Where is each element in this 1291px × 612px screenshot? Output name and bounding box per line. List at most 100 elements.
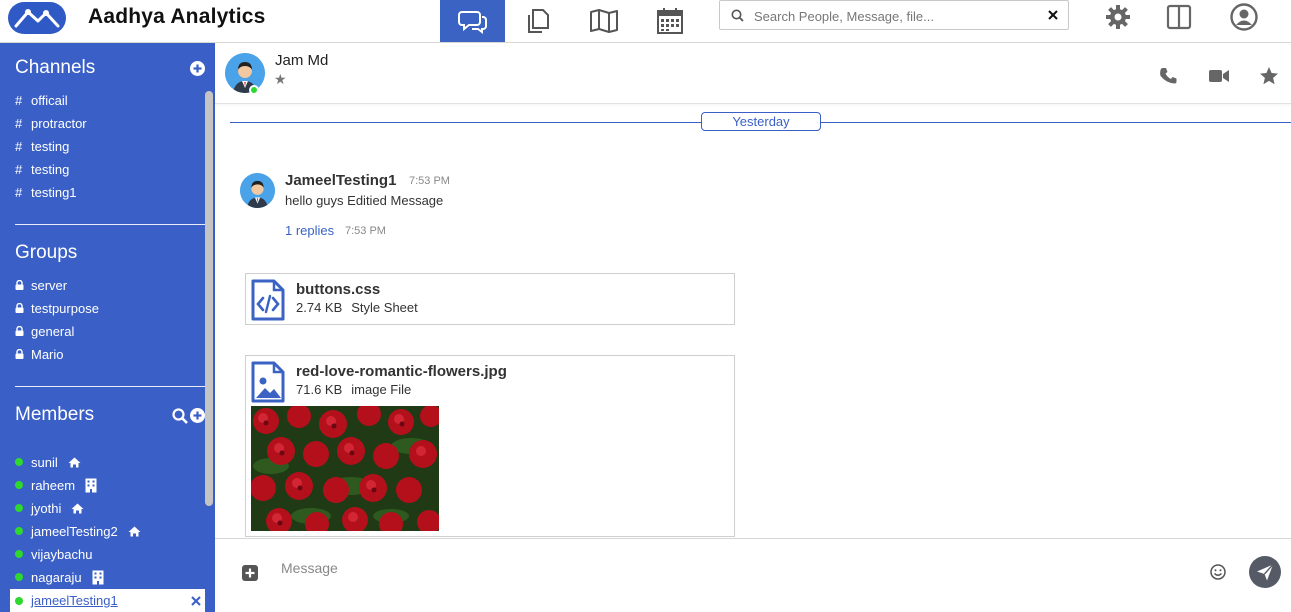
group-item[interactable]: general bbox=[15, 322, 74, 340]
channel-item[interactable]: # testing1 bbox=[15, 183, 77, 201]
file-size: 2.74 KB bbox=[296, 300, 343, 315]
file-type: Style Sheet bbox=[351, 300, 418, 315]
online-status-dot bbox=[15, 597, 23, 605]
lock-icon bbox=[15, 325, 24, 336]
nav-map-button[interactable] bbox=[571, 0, 636, 42]
message-composer bbox=[215, 538, 1291, 612]
member-item[interactable]: jameelTesting2 bbox=[15, 522, 141, 540]
send-button[interactable] bbox=[1249, 556, 1281, 588]
file-type: image File bbox=[351, 382, 412, 397]
file-attachment-card[interactable]: buttons.css 2.74 KB Style Sheet bbox=[245, 273, 735, 325]
phone-icon bbox=[1160, 68, 1177, 84]
search-box bbox=[719, 0, 1069, 30]
image-file-icon bbox=[251, 361, 285, 403]
brand-name: Aadhya Analytics bbox=[88, 5, 266, 28]
lock-icon bbox=[15, 279, 24, 290]
nav-calendar-button[interactable] bbox=[637, 0, 702, 42]
video-camera-icon bbox=[1209, 70, 1229, 82]
sidebar: Channels # officail # protractor # testing … bbox=[0, 43, 215, 612]
message-timestamp: 7:53 PM bbox=[409, 175, 450, 187]
file-name[interactable]: red-love-romantic-flowers.jpg bbox=[296, 363, 507, 380]
video-call-button[interactable] bbox=[1206, 64, 1232, 88]
online-status-dot bbox=[15, 573, 23, 581]
user-account-icon bbox=[1230, 3, 1258, 31]
contact-name: Jam Md bbox=[275, 52, 329, 69]
member-item[interactable]: sunil bbox=[15, 453, 81, 471]
message-text: hello guys Editied Message bbox=[285, 193, 444, 208]
sidebar-scrollbar[interactable] bbox=[205, 91, 213, 506]
map-icon bbox=[589, 9, 618, 33]
top-bar: Aadhya Analytics bbox=[0, 0, 1291, 43]
building-icon bbox=[92, 570, 104, 584]
member-item[interactable]: jyothi bbox=[15, 499, 84, 517]
favorite-button[interactable] bbox=[1256, 64, 1282, 88]
message-input[interactable] bbox=[281, 557, 1181, 579]
section-divider bbox=[15, 224, 205, 225]
channel-item[interactable]: # testing bbox=[15, 160, 69, 178]
member-item[interactable]: vijaybachu bbox=[15, 545, 92, 563]
channel-item[interactable]: # protractor bbox=[15, 114, 87, 132]
online-status-dot bbox=[15, 527, 23, 535]
toggle-panel-button[interactable] bbox=[1164, 2, 1194, 32]
contact-avatar[interactable] bbox=[225, 53, 265, 93]
file-meta: 2.74 KB Style Sheet bbox=[296, 300, 427, 315]
members-title: Members bbox=[15, 404, 95, 425]
close-chat-icon[interactable] bbox=[191, 596, 201, 606]
member-item-selected[interactable]: jameelTesting1 bbox=[10, 589, 205, 612]
nav-chat-button[interactable] bbox=[440, 0, 505, 42]
message-author[interactable]: JameelTesting1 bbox=[285, 172, 396, 189]
online-status-dot bbox=[249, 85, 259, 95]
settings-button[interactable] bbox=[1103, 2, 1133, 32]
user-avatar-icon bbox=[240, 173, 275, 208]
user-avatar-icon bbox=[225, 53, 265, 93]
attach-plus-icon[interactable] bbox=[242, 565, 258, 581]
lock-icon bbox=[15, 348, 24, 359]
calendar-icon bbox=[656, 8, 683, 34]
channels-title: Channels bbox=[15, 57, 96, 78]
online-status-dot bbox=[15, 550, 23, 558]
chat-header bbox=[215, 43, 1291, 104]
group-item[interactable]: server bbox=[15, 276, 67, 294]
channel-item[interactable]: # officail bbox=[15, 91, 68, 109]
thread-replies-timestamp: 7:53 PM bbox=[345, 225, 386, 237]
home-icon bbox=[68, 457, 81, 467]
section-divider bbox=[15, 386, 205, 387]
member-item[interactable]: raheem bbox=[15, 476, 97, 494]
voice-call-button[interactable] bbox=[1156, 64, 1182, 88]
file-name[interactable]: buttons.css bbox=[296, 281, 380, 298]
add-member-icon[interactable] bbox=[190, 408, 205, 423]
groups-title: Groups bbox=[15, 242, 78, 263]
file-size: 71.6 KB bbox=[296, 382, 343, 397]
clear-search-icon[interactable] bbox=[1048, 10, 1058, 20]
nav-files-button[interactable] bbox=[505, 0, 570, 42]
message-avatar[interactable] bbox=[240, 173, 275, 208]
group-item[interactable]: testpurpose bbox=[15, 299, 99, 317]
brand-logo-icon bbox=[8, 2, 66, 34]
user-account-button[interactable] bbox=[1229, 2, 1259, 32]
star-icon bbox=[1260, 67, 1278, 85]
code-file-icon bbox=[251, 279, 285, 321]
lock-icon bbox=[15, 302, 24, 313]
search-members-icon[interactable] bbox=[172, 408, 188, 424]
add-channel-icon[interactable] bbox=[190, 61, 205, 76]
files-icon bbox=[527, 9, 549, 33]
group-item[interactable]: Mario bbox=[15, 345, 64, 363]
channel-item[interactable]: # testing bbox=[15, 137, 69, 155]
gear-icon bbox=[1106, 5, 1130, 29]
favorite-star-icon[interactable]: ★ bbox=[274, 71, 287, 88]
emoji-icon[interactable] bbox=[1210, 564, 1226, 580]
member-item[interactable]: nagaraju bbox=[15, 568, 104, 586]
split-panel-icon bbox=[1166, 4, 1192, 30]
search-input[interactable] bbox=[754, 6, 1034, 26]
online-status-dot bbox=[15, 458, 23, 466]
online-status-dot bbox=[15, 481, 23, 489]
online-status-dot bbox=[15, 504, 23, 512]
chat-bubbles-icon bbox=[457, 11, 487, 34]
thread-replies-link[interactable]: 1 replies bbox=[285, 223, 334, 238]
file-meta: 71.6 KB image File bbox=[296, 382, 420, 397]
day-divider-label: Yesterday bbox=[701, 112, 821, 131]
image-attachment-card[interactable]: red-love-romantic-flowers.jpg 71.6 KB ima… bbox=[245, 355, 735, 537]
home-icon bbox=[128, 526, 141, 536]
home-icon bbox=[71, 503, 84, 513]
image-preview-thumbnail[interactable] bbox=[251, 406, 439, 531]
